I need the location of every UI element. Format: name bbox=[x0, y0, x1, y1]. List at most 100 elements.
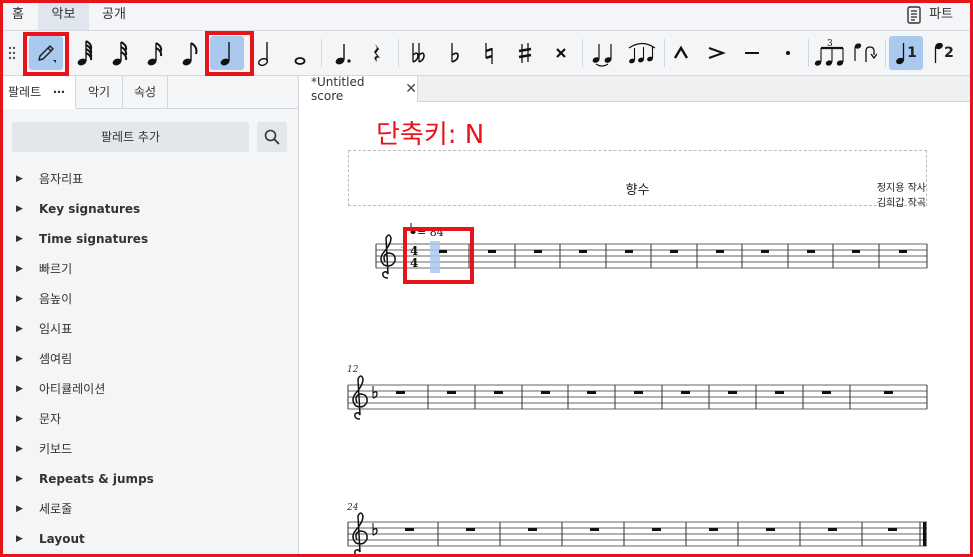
whole-rest-icon bbox=[670, 250, 678, 253]
thirty-second-note-icon bbox=[112, 41, 128, 66]
palette-panel: 팔레트 ⋯ 악기 속성 팔레트 추가 ▶ 음자리표 ▶ Key signatures ▶… bbox=[0, 76, 299, 557]
sixteenth-note-icon bbox=[147, 42, 163, 66]
whole-rest-icon bbox=[579, 250, 587, 253]
expand-arrow-icon[interactable]: ▶ bbox=[16, 404, 23, 434]
tab-instruments[interactable]: 악기 bbox=[76, 76, 123, 109]
whole-rest-icon bbox=[775, 391, 784, 394]
palette-item[interactable]: ▶ Key signatures bbox=[0, 194, 299, 224]
svg-text::: : bbox=[400, 243, 403, 254]
score-staves[interactable]: : 4 4 = 84 12 24 bbox=[300, 102, 973, 557]
palette-item-label: 음높이 bbox=[39, 292, 73, 306]
treble-clef-icon bbox=[352, 375, 368, 420]
palette-item[interactable]: ▶ 음자리표 bbox=[0, 164, 299, 194]
toolbar-separator bbox=[582, 39, 583, 67]
palette-item[interactable]: ▶ 키보드 bbox=[0, 434, 299, 464]
tuplet-button[interactable]: 3 bbox=[811, 36, 847, 70]
augmentation-dot-button[interactable] bbox=[326, 36, 360, 70]
expand-arrow-icon[interactable]: ▶ bbox=[16, 284, 23, 314]
palette-item[interactable]: ▶ 아티큘레이션 bbox=[0, 374, 299, 404]
dotted-note-icon bbox=[335, 44, 351, 65]
sharp-button[interactable] bbox=[508, 36, 542, 70]
score-tab[interactable]: *Untitled score ✕ bbox=[300, 75, 418, 103]
flat-button[interactable] bbox=[437, 36, 471, 70]
search-icon bbox=[264, 129, 280, 145]
tie-button[interactable] bbox=[586, 36, 620, 70]
palette-search-button[interactable] bbox=[257, 122, 287, 152]
double-sharp-button[interactable] bbox=[544, 36, 578, 70]
expand-arrow-icon[interactable]: ▶ bbox=[16, 524, 23, 554]
double-flat-button[interactable] bbox=[401, 36, 435, 70]
toolbar-drag-handle[interactable] bbox=[1, 36, 23, 70]
duration-32nd-button[interactable] bbox=[103, 36, 137, 70]
whole-rest-icon bbox=[447, 391, 456, 394]
toolbar-separator bbox=[398, 39, 399, 67]
expand-arrow-icon[interactable]: ▶ bbox=[16, 434, 23, 464]
flip-direction-icon bbox=[854, 43, 877, 62]
half-note-icon bbox=[257, 42, 269, 67]
tab-properties[interactable]: 속성 bbox=[123, 76, 168, 109]
palette-item[interactable]: ▶ 문자 bbox=[0, 404, 299, 434]
palette-item[interactable]: ▶ 세로줄 bbox=[0, 494, 299, 524]
whole-rest-icon bbox=[888, 528, 897, 531]
flip-direction-button[interactable] bbox=[848, 36, 882, 70]
expand-arrow-icon[interactable]: ▶ bbox=[16, 464, 23, 494]
note-input-mode-button[interactable] bbox=[29, 36, 63, 70]
duration-eighth-button[interactable] bbox=[173, 36, 207, 70]
rest-button[interactable] bbox=[360, 36, 394, 70]
score-canvas[interactable]: 단축키: N 향수 정지용 작사 김희갑 작곡: 4 4 = 84 12 24 bbox=[300, 102, 973, 557]
palette-item[interactable]: ▶ 빠르기 bbox=[0, 254, 299, 284]
tab-palettes[interactable]: 팔레트 ⋯ bbox=[0, 76, 76, 109]
expand-arrow-icon[interactable]: ▶ bbox=[16, 314, 23, 344]
expand-arrow-icon[interactable]: ▶ bbox=[16, 494, 23, 524]
palette-item[interactable]: ▶ 음높이 bbox=[0, 284, 299, 314]
marcato-button[interactable] bbox=[664, 36, 698, 70]
palette-item-label: 임시표 bbox=[39, 322, 73, 336]
voice-2-button[interactable]: 2 bbox=[926, 36, 960, 70]
tenuto-button[interactable] bbox=[735, 36, 769, 70]
key-signature-flat-icon bbox=[372, 523, 378, 536]
whole-rest-icon bbox=[488, 250, 496, 253]
whole-rest-icon bbox=[709, 528, 718, 531]
expand-arrow-icon[interactable]: ▶ bbox=[16, 164, 23, 194]
close-icon[interactable]: ✕ bbox=[405, 81, 417, 97]
duration-64th-button[interactable] bbox=[68, 36, 102, 70]
add-palette-button[interactable]: 팔레트 추가 bbox=[12, 122, 249, 152]
palette-item-label: Repeats & jumps bbox=[39, 472, 154, 486]
menu-tab-publish[interactable]: 공개 bbox=[90, 0, 138, 30]
staff-system-3: 24 bbox=[346, 503, 927, 557]
voice-2-label: 2 bbox=[944, 45, 954, 61]
key-signature-flat-icon bbox=[372, 386, 378, 399]
menu-tab-score[interactable]: 악보 bbox=[38, 0, 89, 30]
parts-button[interactable]: 파트 bbox=[907, 3, 953, 27]
voice-1-button[interactable]: 1 bbox=[889, 36, 923, 70]
sharp-icon bbox=[518, 43, 532, 63]
expand-arrow-icon[interactable]: ▶ bbox=[16, 194, 23, 224]
accent-button[interactable] bbox=[699, 36, 733, 70]
natural-button[interactable] bbox=[472, 36, 506, 70]
duration-quarter-button[interactable] bbox=[210, 36, 244, 70]
final-barline bbox=[923, 522, 927, 546]
palette-item[interactable]: ▶ Time signatures bbox=[0, 224, 299, 254]
slur-button[interactable] bbox=[624, 36, 660, 70]
more-options-icon[interactable]: ⋯ bbox=[53, 85, 65, 99]
expand-arrow-icon[interactable]: ▶ bbox=[16, 374, 23, 404]
duration-whole-button[interactable] bbox=[283, 36, 317, 70]
staccato-button[interactable] bbox=[771, 36, 805, 70]
duration-half-button[interactable] bbox=[248, 36, 282, 70]
expand-arrow-icon[interactable]: ▶ bbox=[16, 224, 23, 254]
duration-16th-button[interactable] bbox=[138, 36, 172, 70]
palette-item[interactable]: ▶ Layout bbox=[0, 524, 299, 554]
palette-item[interactable]: ▶ 임시표 bbox=[0, 314, 299, 344]
palette-item[interactable]: ▶ 셈여림 bbox=[0, 344, 299, 374]
score-tab-label: *Untitled score bbox=[311, 75, 365, 103]
whole-rest-icon bbox=[681, 391, 690, 394]
menu-tab-home[interactable]: 홈 bbox=[0, 0, 36, 30]
time-signature-denominator[interactable]: 4 bbox=[410, 256, 418, 270]
toolbar-separator bbox=[885, 39, 886, 67]
staff-system-2: 12 bbox=[347, 365, 928, 420]
expand-arrow-icon[interactable]: ▶ bbox=[16, 254, 23, 284]
palette-item[interactable]: ▶ Repeats & jumps bbox=[0, 464, 299, 494]
palette-item-label: Key signatures bbox=[39, 202, 141, 216]
whole-rest-icon bbox=[899, 250, 907, 253]
expand-arrow-icon[interactable]: ▶ bbox=[16, 344, 23, 374]
